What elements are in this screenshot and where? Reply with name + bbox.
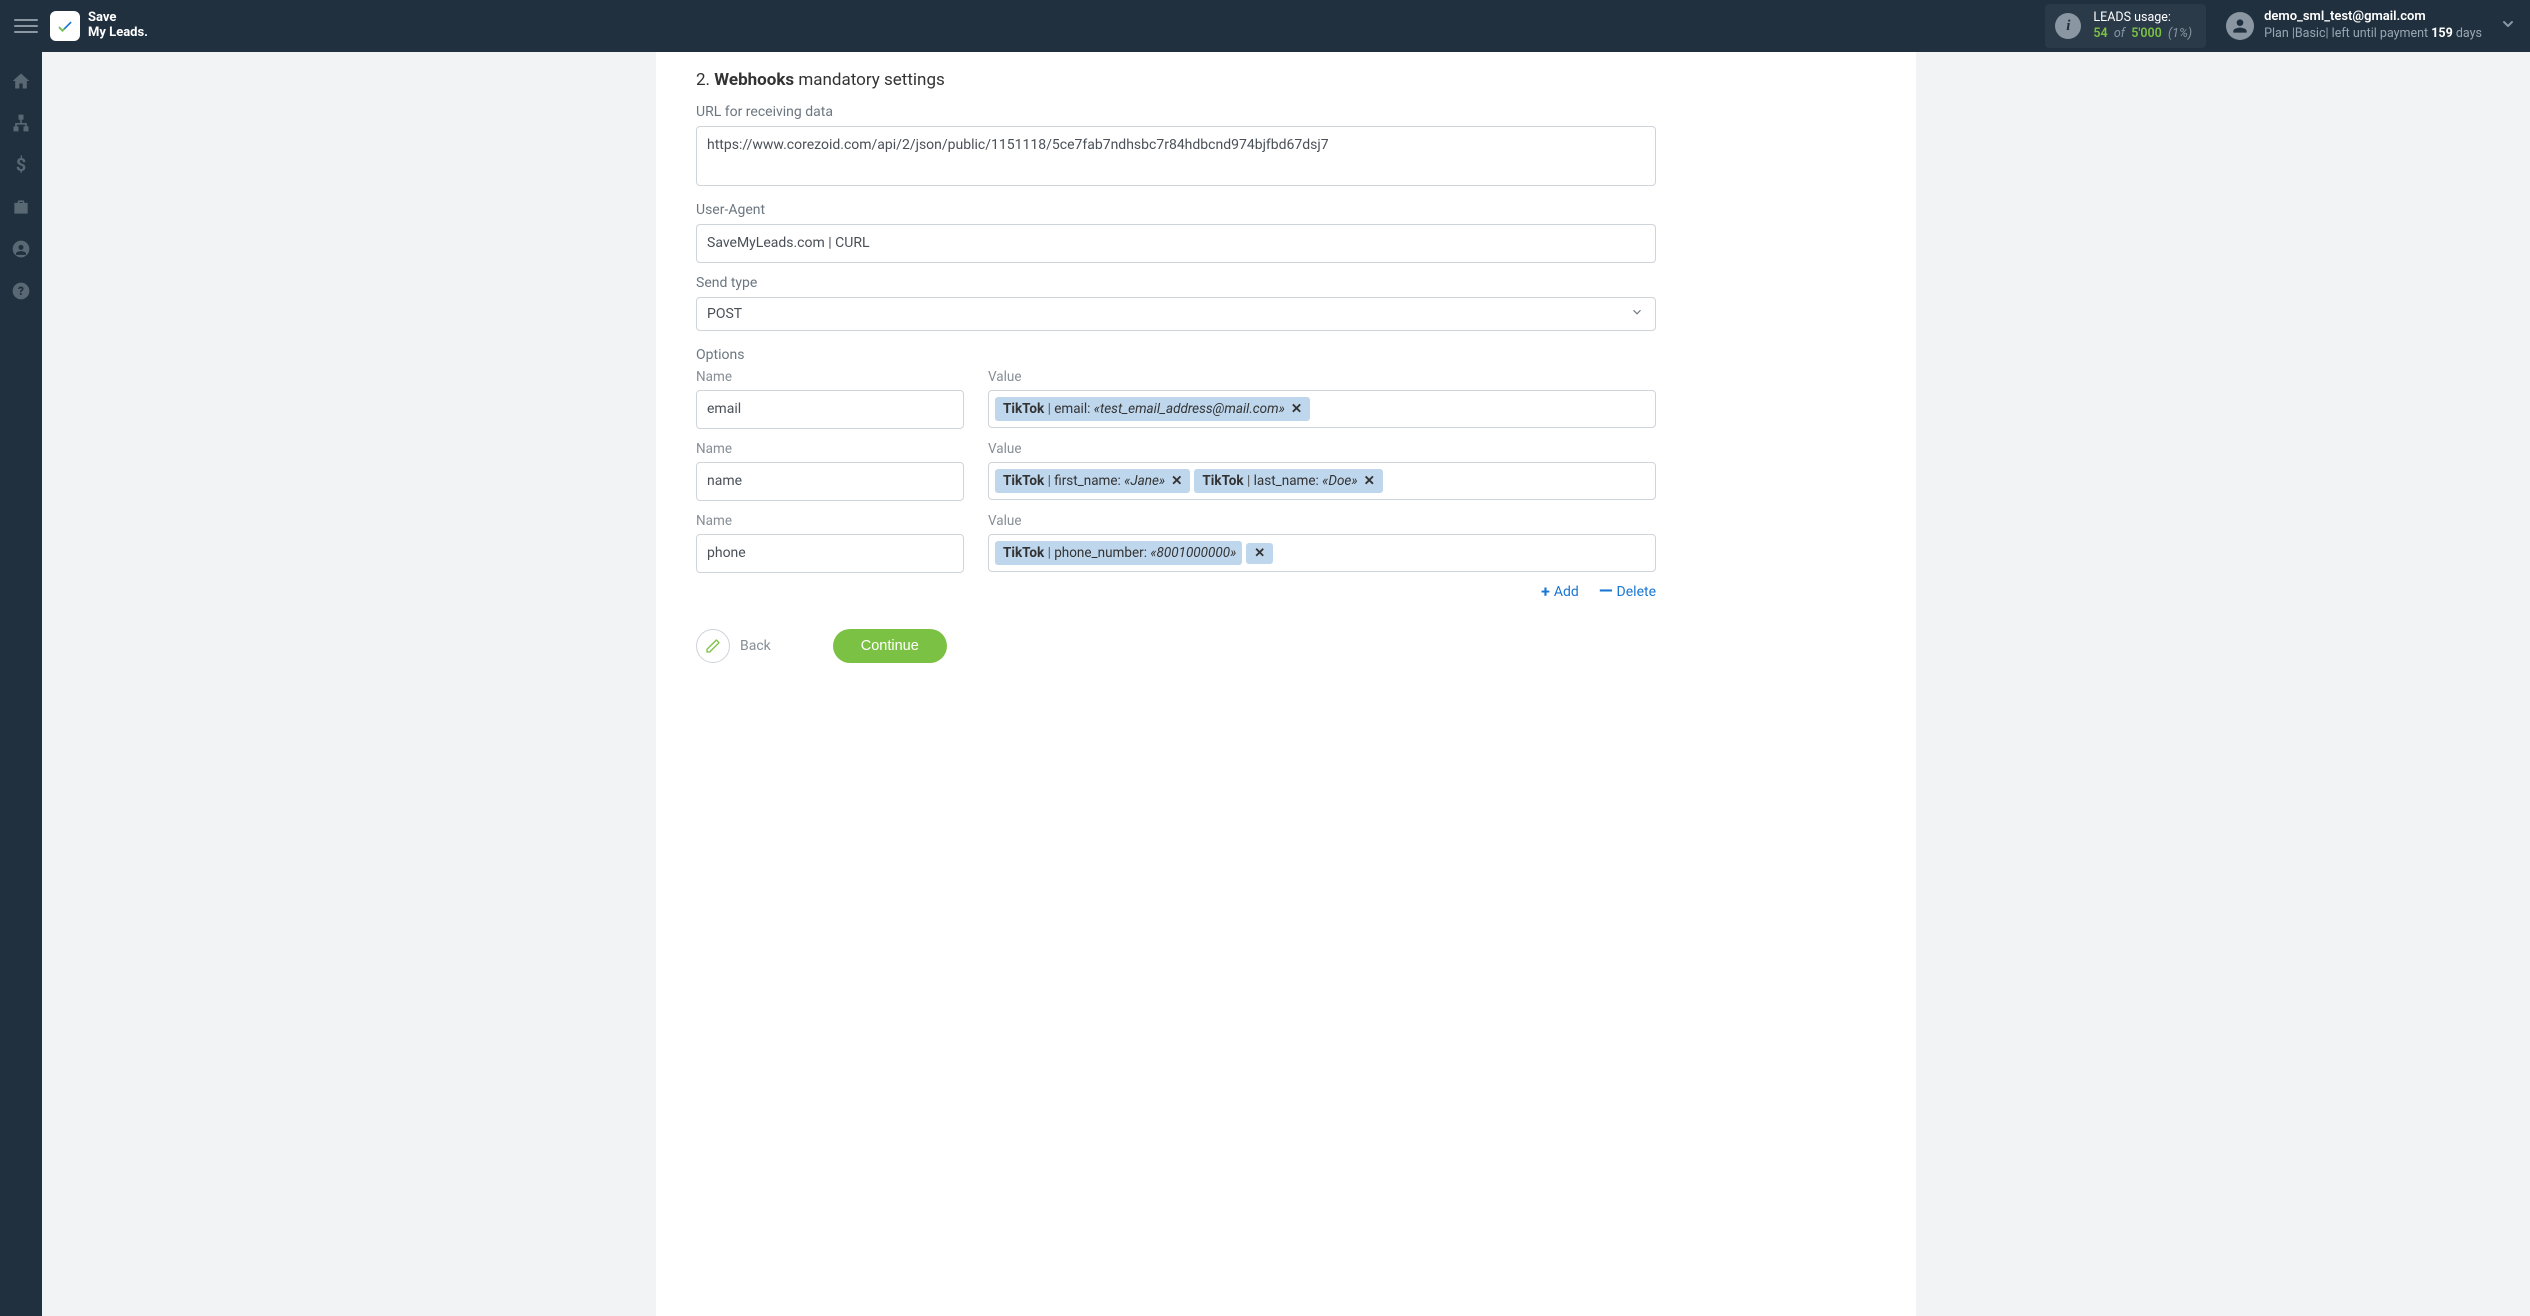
option-name-label: Name [696, 369, 964, 385]
variable-tag[interactable]: TikTok | phone_number: «8001000000» [995, 541, 1242, 566]
option-row: Name Value TikTok | first_name: «Jane»✕Tik… [696, 441, 1656, 501]
help-icon[interactable]: ? [10, 280, 32, 302]
remove-tag-icon[interactable]: ✕ [1246, 543, 1273, 564]
option-value-label: Value [988, 513, 1656, 529]
plus-icon: + [1541, 584, 1550, 600]
home-icon[interactable] [10, 70, 32, 92]
option-value-tagbox[interactable]: TikTok | email: «test_email_address@mail… [988, 390, 1656, 428]
user-plan: Plan |Basic| left until payment 159 days [2264, 26, 2482, 42]
remove-tag-icon[interactable]: ✕ [1289, 400, 1304, 419]
option-value-tagbox[interactable]: TikTok | first_name: «Jane»✕TikTok | las… [988, 462, 1656, 500]
option-name-input[interactable] [696, 462, 964, 501]
user-avatar-icon[interactable] [2226, 12, 2254, 40]
billing-icon[interactable]: $ [10, 154, 32, 176]
option-name-label: Name [696, 513, 964, 529]
sitemap-icon[interactable] [10, 112, 32, 134]
add-option-button[interactable]: + Add [1541, 583, 1579, 601]
info-icon: i [2055, 13, 2081, 39]
variable-tag[interactable]: TikTok | first_name: «Jane»✕ [995, 469, 1190, 494]
app-logo[interactable] [50, 11, 80, 41]
briefcase-icon[interactable] [10, 196, 32, 218]
send-type-label: Send type [696, 275, 1656, 291]
user-agent-label: User-Agent [696, 202, 1656, 218]
option-row: Name Value TikTok | phone_number: «8001000… [696, 513, 1656, 573]
option-name-label: Name [696, 441, 964, 457]
url-input[interactable] [696, 126, 1656, 186]
send-type-select[interactable]: POST [696, 297, 1656, 331]
brand-name: Save My Leads. [88, 11, 148, 41]
option-value-label: Value [988, 369, 1656, 385]
user-menu-chevron-down-icon[interactable] [2500, 16, 2516, 36]
url-label: URL for receiving data [696, 104, 1656, 120]
option-value-label: Value [988, 441, 1656, 457]
option-value-tagbox[interactable]: TikTok | phone_number: «8001000000»✕ [988, 534, 1656, 572]
option-row: Name Value TikTok | email: «test_email_add… [696, 369, 1656, 429]
leads-usage-box[interactable]: i LEADS usage: 54 of 5'000 (1%) [2045, 4, 2206, 49]
user-info[interactable]: demo_sml_test@gmail.com Plan |Basic| lef… [2264, 9, 2482, 42]
option-name-input[interactable] [696, 534, 964, 573]
variable-tag[interactable]: TikTok | email: «test_email_address@mail… [995, 397, 1310, 422]
continue-button[interactable]: Continue [833, 629, 947, 663]
pencil-icon [696, 629, 730, 663]
delete-option-button[interactable]: — Delete [1599, 583, 1656, 601]
settings-card: 2. Webhooks mandatory settings URL for r… [656, 52, 1916, 1316]
user-icon[interactable] [10, 238, 32, 260]
user-email: demo_sml_test@gmail.com [2264, 9, 2482, 26]
top-bar: Save My Leads. i LEADS usage: 54 of 5'00… [0, 0, 2530, 52]
remove-tag-icon[interactable]: ✕ [1169, 472, 1184, 491]
remove-tag-icon[interactable]: ✕ [1362, 472, 1377, 491]
leads-usage-text: LEADS usage: 54 of 5'000 (1%) [2093, 10, 2192, 43]
minus-icon: — [1599, 583, 1613, 601]
option-name-input[interactable] [696, 390, 964, 429]
back-button[interactable]: Back [696, 629, 771, 663]
section-title: 2. Webhooks mandatory settings [696, 70, 1656, 90]
sidebar: $ ? [0, 52, 42, 1316]
svg-text:?: ? [18, 284, 24, 298]
hamburger-menu-icon[interactable] [14, 14, 38, 38]
options-heading: Options [696, 347, 1656, 363]
user-agent-input[interactable] [696, 224, 1656, 263]
variable-tag[interactable]: TikTok | last_name: «Doe»✕ [1194, 469, 1382, 494]
